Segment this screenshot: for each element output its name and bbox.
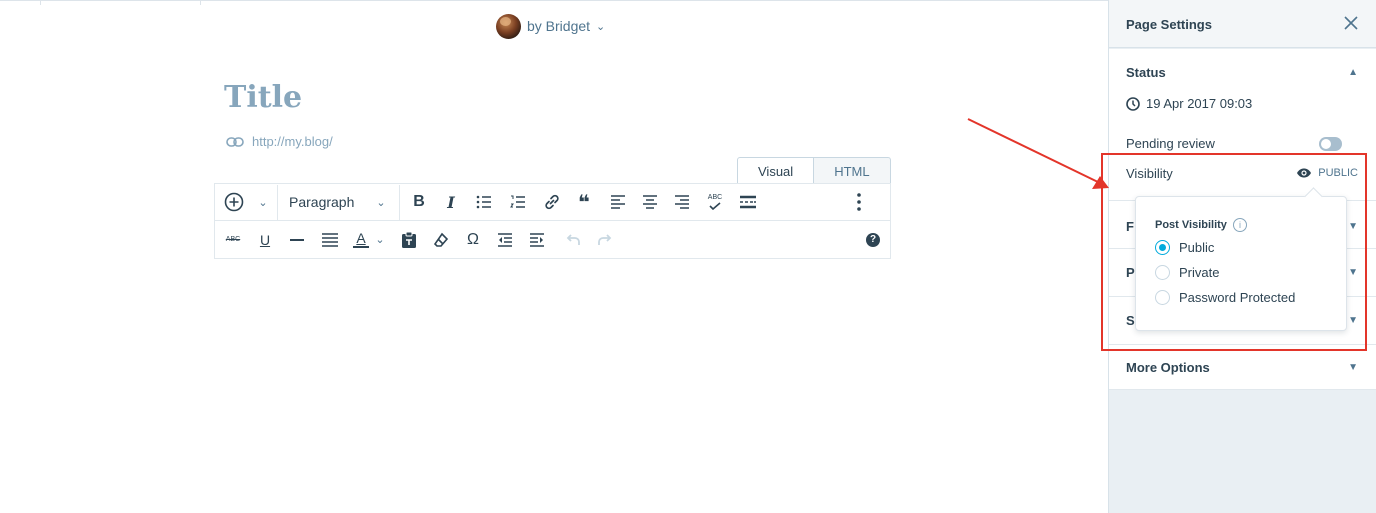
toolbar-row-primary: ⌄ Paragraph ⌄ B I ❝ ABC [215,184,890,221]
visibility-label: Visibility [1126,166,1173,181]
author-selector[interactable]: by Bridget ⌄ [496,13,605,39]
section-toggle-stub[interactable]: F [1126,219,1134,234]
caret-down-icon[interactable]: ▼ [1348,315,1358,326]
info-icon[interactable]: i [1232,218,1247,232]
tab-html[interactable]: HTML [814,157,891,184]
clear-formatting-icon[interactable] [431,225,451,255]
text-color-button[interactable]: A [351,225,371,255]
underline-button[interactable]: U [257,225,273,255]
tab-visual[interactable]: Visual [737,157,815,184]
chevron-down-icon: ⌄ [596,20,606,33]
top-divider-tick [40,0,41,5]
bold-button[interactable]: B [409,187,429,217]
align-center-icon[interactable] [639,187,661,217]
top-divider-tick [200,0,201,5]
link-icon [226,136,244,147]
add-block-icon[interactable] [223,187,245,217]
author-label: by Bridget [527,18,591,34]
paste-text-icon[interactable] [399,225,419,255]
help-button[interactable]: ? [865,225,881,255]
visibility-toggle[interactable]: PUBLIC [1296,167,1358,179]
spellcheck-label: ABC [707,194,723,201]
italic-button[interactable]: I [441,187,461,217]
text-color-letter: A [356,230,366,246]
outdent-icon[interactable] [495,225,515,255]
chevron-down-icon[interactable]: ⌄ [373,187,389,217]
blockquote-button[interactable]: ❝ [573,187,595,217]
popover-heading-text: Post Visibility [1155,219,1227,231]
toolbar-row-secondary: ABC U A ⌄ Ω ? [215,221,890,258]
close-icon[interactable] [1344,14,1358,35]
eye-icon [1297,168,1312,178]
sidebar-header: Page Settings [1109,0,1376,48]
link-icon[interactable] [541,187,563,217]
permalink[interactable]: http://my.blog/ [226,134,333,149]
section-toggle-stub[interactable]: S [1126,313,1135,328]
caret-down-icon[interactable]: ▼ [1348,221,1358,232]
editor-toolbar: ⌄ Paragraph ⌄ B I ❝ ABC ABC U A ⌄ Ω ? [214,183,891,259]
toolbar-separator [399,185,400,220]
bullet-list-icon[interactable] [473,187,495,217]
visibility-option-password[interactable]: Password Protected [1155,290,1295,305]
option-label: Private [1179,265,1220,280]
section-toggle-stub[interactable]: P [1126,265,1135,280]
toolbar-separator [277,185,278,220]
align-left-icon[interactable] [607,187,629,217]
caret-down-icon[interactable]: ▼ [1348,362,1358,373]
avatar [496,13,521,39]
help-icon: ? [866,232,880,247]
radio-icon[interactable] [1155,265,1170,280]
align-right-icon[interactable] [671,187,693,217]
radio-selected-icon[interactable] [1155,240,1170,255]
annotation-arrow [967,118,1109,189]
option-label: Public [1179,240,1215,255]
visibility-popover: Post Visibility i Public Private Passwor… [1135,196,1347,331]
sidebar-title: Page Settings [1126,17,1212,32]
section-divider [1109,344,1376,345]
chevron-down-icon[interactable]: ⌄ [373,225,387,255]
more-vertical-icon[interactable] [851,187,867,217]
justify-icon[interactable] [319,225,341,255]
publish-date[interactable]: 19 Apr 2017 09:03 [1126,96,1252,111]
insert-more-icon[interactable] [737,187,759,217]
spellcheck-button[interactable]: ABC [703,187,727,217]
option-label: Password Protected [1179,290,1296,305]
pending-review-label: Pending review [1126,136,1215,151]
format-select[interactable]: Paragraph [289,187,359,217]
top-border [0,0,1108,1]
visibility-value: PUBLIC [1318,167,1358,179]
special-character-button[interactable]: Ω [463,225,483,255]
strikethrough-button[interactable]: ABC [223,225,243,255]
redo-icon[interactable] [595,225,615,255]
publish-date-text: 19 Apr 2017 09:03 [1146,96,1253,111]
chevron-down-icon[interactable]: ⌄ [255,187,271,217]
editor-mode-tabs: Visual HTML [737,157,891,184]
section-divider [1109,389,1376,390]
status-section-toggle[interactable]: Status [1126,65,1166,80]
popover-heading: Post Visibility i [1155,218,1247,232]
caret-down-icon[interactable]: ▼ [1348,267,1358,278]
title-field[interactable]: Title [224,80,302,115]
numbered-list-icon[interactable] [507,187,529,217]
visibility-option-public[interactable]: Public [1155,240,1214,255]
more-options-toggle[interactable]: More Options [1126,360,1210,375]
color-swatch [353,246,369,248]
permalink-url: http://my.blog/ [252,134,333,149]
checkmark-icon [709,202,721,210]
visibility-option-private[interactable]: Private [1155,265,1219,280]
caret-up-icon[interactable]: ▲ [1348,67,1358,78]
clock-icon [1126,96,1140,111]
pending-review-toggle[interactable] [1319,137,1342,151]
indent-icon[interactable] [527,225,547,255]
undo-icon[interactable] [563,225,583,255]
radio-icon[interactable] [1155,290,1170,305]
horizontal-rule-icon[interactable] [287,225,307,255]
